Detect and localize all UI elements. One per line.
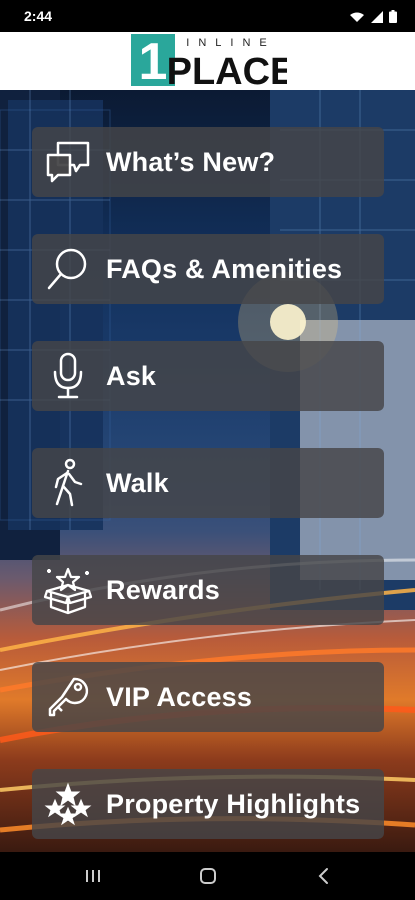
battery-icon [389,10,397,23]
svg-text:1: 1 [139,34,168,86]
menu-label: FAQs & Amenities [106,253,343,284]
status-icons [349,10,397,23]
back-icon[interactable] [304,862,344,890]
signal-icon [371,10,383,23]
wifi-icon [350,12,364,22]
inline-place-logo: 1 INLINE PLACE [131,34,287,86]
menu-label: Property Highlights [106,788,361,819]
menu-label: What’s New? [106,146,276,177]
menu-item-ask[interactable]: Ask [32,341,384,411]
gift-box-stars-icon [42,564,94,616]
status-time: 2:44 [24,8,53,24]
menu-item-property-highlights[interactable]: Property Highlights [32,769,384,839]
key-icon [42,671,94,723]
menu-item-whats-new[interactable]: What’s New? [32,127,384,197]
svg-text:PLACE: PLACE [167,51,287,86]
menu-item-faqs-amenities[interactable]: FAQs & Amenities [32,234,384,304]
menu-label: Walk [106,467,169,498]
microphone-icon [42,350,94,402]
stars-icon [42,778,94,830]
menu-label: Ask [106,360,157,391]
home-icon[interactable] [188,862,228,890]
menu-item-rewards[interactable]: Rewards [32,555,384,625]
svg-text:INLINE: INLINE [186,37,275,49]
speech-bubbles-icon [42,136,94,188]
recents-icon[interactable] [73,862,113,890]
app-header: 1 INLINE PLACE [0,32,415,90]
walking-person-icon [42,457,94,509]
menu-item-vip-access[interactable]: VIP Access [32,662,384,732]
menu-item-walk[interactable]: Walk [32,448,384,518]
status-bar: 2:44 [0,0,415,32]
menu-label: VIP Access [106,681,253,712]
search-icon [42,243,94,295]
menu-label: Rewards [106,574,220,605]
system-nav-bar [0,852,415,900]
